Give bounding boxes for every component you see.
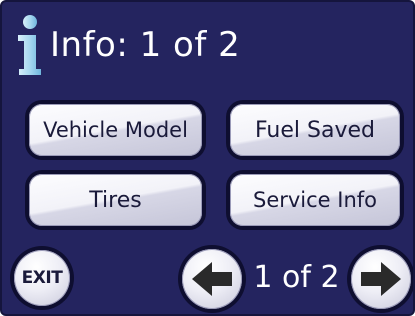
- previous-page-button-face: [182, 249, 242, 309]
- previous-page-button[interactable]: [178, 245, 246, 313]
- exit-label: EXIT: [14, 250, 70, 306]
- info-icon: [18, 15, 41, 75]
- arrow-left-icon: [192, 262, 232, 296]
- tires-label: Tires: [29, 174, 202, 226]
- info-screen: Info: 1 of 2 Vehicle Model Fuel Saved Ti…: [0, 0, 415, 316]
- fuel-saved-label: Fuel Saved: [230, 104, 400, 156]
- service-info-label: Service Info: [230, 174, 400, 226]
- header: Info: 1 of 2: [10, 10, 240, 80]
- vehicle-model-button[interactable]: Vehicle Model: [25, 100, 206, 160]
- tires-button[interactable]: Tires: [25, 170, 206, 230]
- page-indicator: 1 of 2: [253, 260, 340, 295]
- arrow-right-icon: [361, 262, 401, 296]
- vehicle-model-label: Vehicle Model: [29, 104, 202, 156]
- next-page-button-face: [351, 249, 411, 309]
- exit-button[interactable]: EXIT: [10, 246, 74, 310]
- next-page-button[interactable]: [347, 245, 413, 313]
- service-info-button[interactable]: Service Info: [226, 170, 404, 230]
- page-title: Info: 1 of 2: [50, 25, 241, 65]
- fuel-saved-button[interactable]: Fuel Saved: [226, 100, 404, 160]
